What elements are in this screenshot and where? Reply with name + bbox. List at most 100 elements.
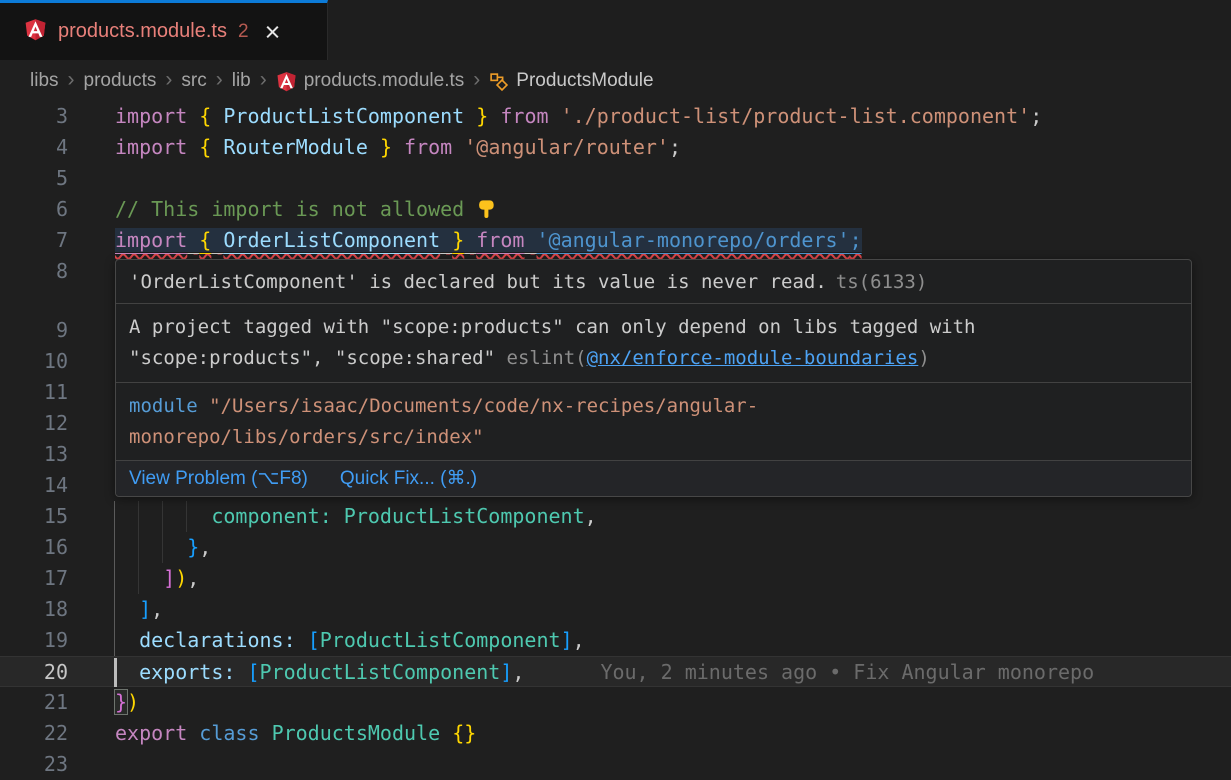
ts-diagnostic-section: 'OrderListComponent' is declared but its… xyxy=(116,260,1191,304)
code-editor[interactable]: 'OrderListComponent' is declared but its… xyxy=(0,101,1231,780)
code-token: RouterModule xyxy=(223,135,368,159)
tab-products-module[interactable]: products.module.ts 2 × xyxy=(0,0,328,60)
chevron-right-icon: › xyxy=(473,68,480,92)
code-token: } xyxy=(380,135,392,159)
code-token xyxy=(115,504,211,528)
code-token: ) xyxy=(175,566,187,590)
code-token xyxy=(368,135,380,159)
code-line-22[interactable]: 22export class ProductsModule {} xyxy=(0,718,1231,749)
code-line-15[interactable]: 15 component: ProductListComponent, xyxy=(0,501,1231,532)
line-number[interactable]: 18 xyxy=(0,594,68,625)
line-number[interactable]: 10 xyxy=(0,346,68,377)
code-line-18[interactable]: 18 ], xyxy=(0,594,1231,625)
code-token: , xyxy=(151,597,163,621)
line-number[interactable]: 9 xyxy=(0,315,68,346)
code-token xyxy=(296,628,308,652)
line-number[interactable]: 8 xyxy=(0,256,68,287)
line-number[interactable]: 22 xyxy=(0,718,68,749)
eslint-error-line1: A project tagged with "scope:products" c… xyxy=(129,316,975,338)
breadcrumb-label: products.module.ts xyxy=(304,70,465,92)
module-keyword: module xyxy=(129,395,198,417)
line-number[interactable]: 15 xyxy=(0,501,68,532)
chevron-right-icon: › xyxy=(216,68,223,92)
code-token xyxy=(115,597,139,621)
view-problem-action[interactable]: View Problem (⌥F8) xyxy=(129,467,308,490)
eslint-diagnostic-section: A project tagged with "scope:products" c… xyxy=(116,304,1191,383)
code-line-6[interactable]: 6 // This import is not allowed xyxy=(0,194,1231,225)
code-token: ProductListComponent xyxy=(344,504,585,528)
code-token: '@angular-monorepo/orders' xyxy=(537,228,850,252)
code-token: [ xyxy=(247,660,259,684)
code-line-20[interactable]: 20 exports: [ProductListComponent],You, … xyxy=(0,656,1231,687)
line-number[interactable]: 16 xyxy=(0,532,68,563)
close-icon[interactable]: × xyxy=(265,22,281,42)
code-token xyxy=(464,228,476,252)
code-token: ; xyxy=(1030,104,1042,128)
breadcrumb-item-products[interactable]: products xyxy=(84,70,157,92)
line-number[interactable]: 6 xyxy=(0,194,68,225)
line-number[interactable]: 20 xyxy=(0,657,68,688)
eslint-rule-link[interactable]: @nx/enforce-module-boundaries xyxy=(587,347,919,369)
code-line-21[interactable]: 21}) xyxy=(0,687,1231,718)
code-token: OrderListComponent xyxy=(223,228,440,252)
code-token xyxy=(211,104,223,128)
code-line-5[interactable]: 5 xyxy=(0,163,1231,194)
line-number[interactable]: 3 xyxy=(0,101,68,132)
code-token: // This import is not allowed xyxy=(115,197,476,221)
code-token: ; xyxy=(850,228,862,252)
eslint-source-open: eslint( xyxy=(507,347,587,369)
code-token: , xyxy=(573,628,585,652)
line-number[interactable]: 19 xyxy=(0,625,68,656)
code-text: import { OrderListComponent } from '@ang… xyxy=(115,225,862,256)
code-token: ProductListComponent xyxy=(223,104,464,128)
breadcrumb-item-products-module-ts[interactable]: products.module.ts xyxy=(276,70,465,92)
line-number[interactable]: 5 xyxy=(0,163,68,194)
code-text: }) xyxy=(115,687,139,718)
line-number[interactable]: 13 xyxy=(0,439,68,470)
line-number[interactable]: 14 xyxy=(0,470,68,501)
code-line-7[interactable]: 7 import { OrderListComponent } from '@an… xyxy=(0,225,1231,256)
code-text: }, xyxy=(115,532,211,563)
breadcrumb-item-libs[interactable]: libs xyxy=(30,70,59,92)
code-token: { xyxy=(199,228,211,252)
code-line-16[interactable]: 16 }, xyxy=(0,532,1231,563)
line-number[interactable]: 7 xyxy=(0,225,68,256)
code-token: , xyxy=(512,660,524,684)
code-token: ) xyxy=(127,690,139,714)
code-line-19[interactable]: 19 declarations: [ProductListComponent], xyxy=(0,625,1231,656)
line-number[interactable]: 17 xyxy=(0,563,68,594)
code-token: export xyxy=(115,721,187,745)
tab-title: products.module.ts xyxy=(58,20,227,43)
vscode-editor-window: products.module.ts 2 × libs › products › src… xyxy=(0,0,1231,780)
line-number[interactable]: 12 xyxy=(0,408,68,439)
code-token: './product-list/product-list.component' xyxy=(561,104,1031,128)
angular-icon xyxy=(24,18,47,46)
breadcrumb-item-lib[interactable]: lib xyxy=(232,70,251,92)
code-token: , xyxy=(199,535,211,559)
code-token: exports: xyxy=(139,660,235,684)
breadcrumb-label: src xyxy=(181,70,206,92)
breadcrumb-label: libs xyxy=(30,70,59,92)
line-number[interactable]: 4 xyxy=(0,132,68,163)
code-token: '@angular/router' xyxy=(464,135,669,159)
chevron-right-icon: › xyxy=(260,68,267,92)
code-token: ] xyxy=(163,566,175,590)
chevron-right-icon: › xyxy=(68,68,75,92)
code-token xyxy=(115,628,139,652)
line-number[interactable]: 23 xyxy=(0,749,68,780)
line-number[interactable]: 21 xyxy=(0,687,68,718)
code-text: exports: [ProductListComponent],You, 2 m… xyxy=(115,657,1094,688)
code-line-3[interactable]: 3import { ProductListComponent } from '.… xyxy=(0,101,1231,132)
code-token xyxy=(187,104,199,128)
code-token: component: xyxy=(211,504,331,528)
angular-icon xyxy=(276,71,297,92)
code-token: import xyxy=(115,135,187,159)
code-token: ] xyxy=(500,660,512,684)
code-line-4[interactable]: 4import { RouterModule } from '@angular/… xyxy=(0,132,1231,163)
breadcrumb-item-productsmodule[interactable]: ProductsModule xyxy=(489,70,653,92)
code-line-23[interactable]: 23 xyxy=(0,749,1231,780)
line-number[interactable]: 11 xyxy=(0,377,68,408)
breadcrumb-item-src[interactable]: src xyxy=(181,70,206,92)
code-line-17[interactable]: 17 ]), xyxy=(0,563,1231,594)
quick-fix-action[interactable]: Quick Fix... (⌘.) xyxy=(340,467,477,490)
